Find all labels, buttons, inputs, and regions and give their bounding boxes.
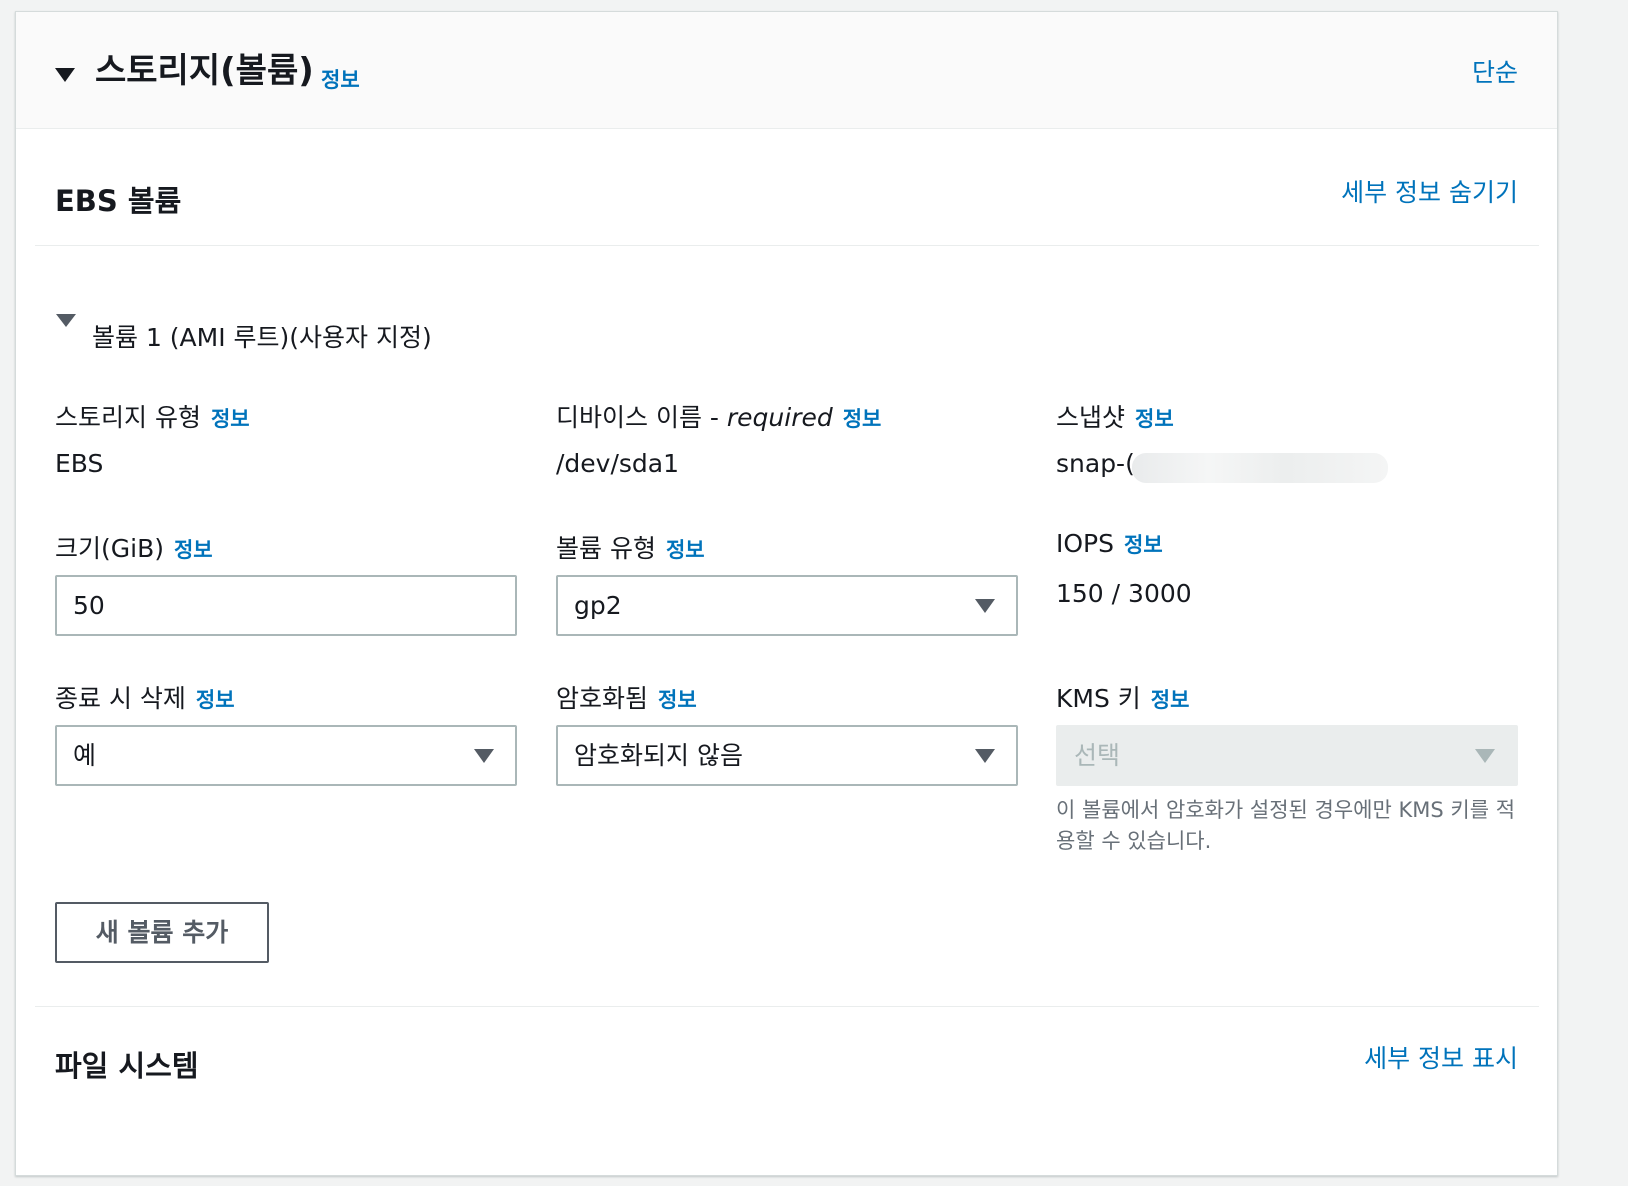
kms-key-placeholder: 선택 [1074, 741, 1121, 770]
storage-type-info-link[interactable]: 정보 [211, 407, 250, 431]
divider [35, 245, 1539, 246]
kms-key-help-text: 이 볼륨에서 암호화가 설정된 경우에만 KMS 키를 적용할 수 있습니다. [1056, 798, 1516, 853]
snapshot-info-link[interactable]: 정보 [1135, 407, 1174, 431]
required-text: required [726, 403, 833, 432]
encrypted-info-link[interactable]: 정보 [658, 688, 697, 712]
redacted-snapshot-id [1132, 453, 1388, 483]
dropdown-arrow-icon [1475, 749, 1495, 763]
device-name-label: 디바이스 이름 - required 정보 [556, 398, 881, 434]
storage-type-label: 스토리지 유형 정보 [55, 398, 250, 434]
delete-on-termination-info-link[interactable]: 정보 [196, 688, 235, 712]
delete-on-termination-select[interactable]: 예 [55, 725, 517, 786]
volume-collapse-caret-icon[interactable] [56, 314, 76, 327]
storage-type-value: EBS [55, 449, 104, 478]
snapshot-label-text: 스냅샷 [1056, 403, 1126, 432]
iops-value: 150 / 3000 [1056, 579, 1192, 608]
kms-key-label-text: KMS 키 [1056, 684, 1141, 713]
hide-details-link[interactable]: 세부 정보 숨기기 [1341, 173, 1518, 209]
iops-label-text: IOPS [1056, 529, 1114, 558]
simple-mode-link[interactable]: 단순 [1472, 53, 1518, 89]
add-volume-button[interactable]: 새 볼륨 추가 [55, 902, 269, 963]
volume-type-info-link[interactable]: 정보 [666, 538, 705, 562]
iops-info-link[interactable]: 정보 [1124, 533, 1163, 557]
delete-on-termination-selected-value: 예 [73, 741, 97, 770]
size-label-text: 크기(GiB) [55, 534, 164, 563]
snapshot-value: snap-( [1056, 449, 1135, 478]
collapse-caret-icon[interactable] [55, 68, 75, 82]
volume-title: 볼륨 1 (AMI 루트)(사용자 지정) [92, 323, 432, 352]
size-info-link[interactable]: 정보 [174, 538, 213, 562]
delete-on-termination-label-text: 종료 시 삭제 [55, 684, 186, 713]
kms-key-info-link[interactable]: 정보 [1151, 688, 1190, 712]
section-title: 스토리지(볼륨) [95, 51, 314, 91]
encrypted-select[interactable]: 암호화되지 않음 [556, 725, 1018, 786]
divider [35, 1006, 1539, 1007]
snapshot-label: 스냅샷 정보 [1056, 398, 1174, 434]
file-system-title: 파일 시스템 [55, 1049, 199, 1083]
ebs-volumes-title: EBS 볼륨 [55, 184, 182, 218]
storage-panel: 스토리지(볼륨) 정보 단순 EBS 볼륨 세부 정보 숨기기 볼륨 1 (AM… [15, 11, 1558, 1176]
delete-on-termination-label: 종료 시 삭제 정보 [55, 679, 235, 715]
dropdown-arrow-icon [975, 749, 995, 763]
device-name-info-link[interactable]: 정보 [843, 407, 882, 431]
storage-type-label-text: 스토리지 유형 [55, 403, 201, 432]
volume-type-select[interactable]: gp2 [556, 575, 1018, 636]
kms-key-select: 선택 [1056, 725, 1518, 786]
volume-type-selected-value: gp2 [574, 591, 622, 620]
device-name-label-text: 디바이스 이름 - [556, 403, 727, 432]
device-name-value: /dev/sda1 [556, 449, 680, 478]
volume-type-label-text: 볼륨 유형 [556, 534, 656, 563]
size-input[interactable] [55, 575, 517, 636]
encrypted-label: 암호화됨 정보 [556, 679, 697, 715]
volume-type-label: 볼륨 유형 정보 [556, 529, 705, 565]
kms-key-label: KMS 키 정보 [1056, 679, 1189, 715]
panel-header: 스토리지(볼륨) 정보 단순 [16, 12, 1557, 129]
dropdown-arrow-icon [975, 599, 995, 613]
dropdown-arrow-icon [474, 749, 494, 763]
encrypted-selected-value: 암호화되지 않음 [574, 741, 743, 770]
encrypted-label-text: 암호화됨 [556, 684, 649, 713]
section-info-link[interactable]: 정보 [321, 64, 360, 94]
size-label: 크기(GiB) 정보 [55, 529, 213, 565]
show-details-link[interactable]: 세부 정보 표시 [1364, 1039, 1518, 1075]
iops-label: IOPS 정보 [1056, 529, 1163, 559]
